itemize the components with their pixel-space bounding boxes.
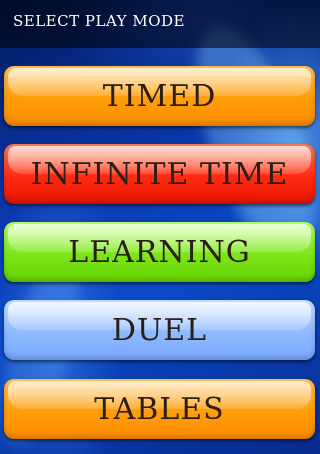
timed-mode-button[interactable]: TIMED bbox=[4, 66, 315, 126]
infinite-time-mode-label: INFINITE TIME bbox=[30, 156, 289, 192]
header-bar: SELECT PLAY MODE bbox=[0, 0, 320, 48]
duel-mode-label: DUEL bbox=[111, 312, 208, 348]
learning-mode-button[interactable]: LEARNING bbox=[4, 222, 315, 282]
infinite-time-mode-button[interactable]: INFINITE TIME bbox=[4, 144, 315, 204]
timed-mode-label: TIMED bbox=[102, 78, 217, 114]
tables-mode-button[interactable]: TABLES bbox=[4, 379, 315, 439]
page-title: SELECT PLAY MODE bbox=[13, 12, 185, 30]
tables-mode-label: TABLES bbox=[94, 391, 225, 427]
duel-mode-button[interactable]: DUEL bbox=[4, 300, 315, 360]
learning-mode-label: LEARNING bbox=[68, 234, 251, 270]
